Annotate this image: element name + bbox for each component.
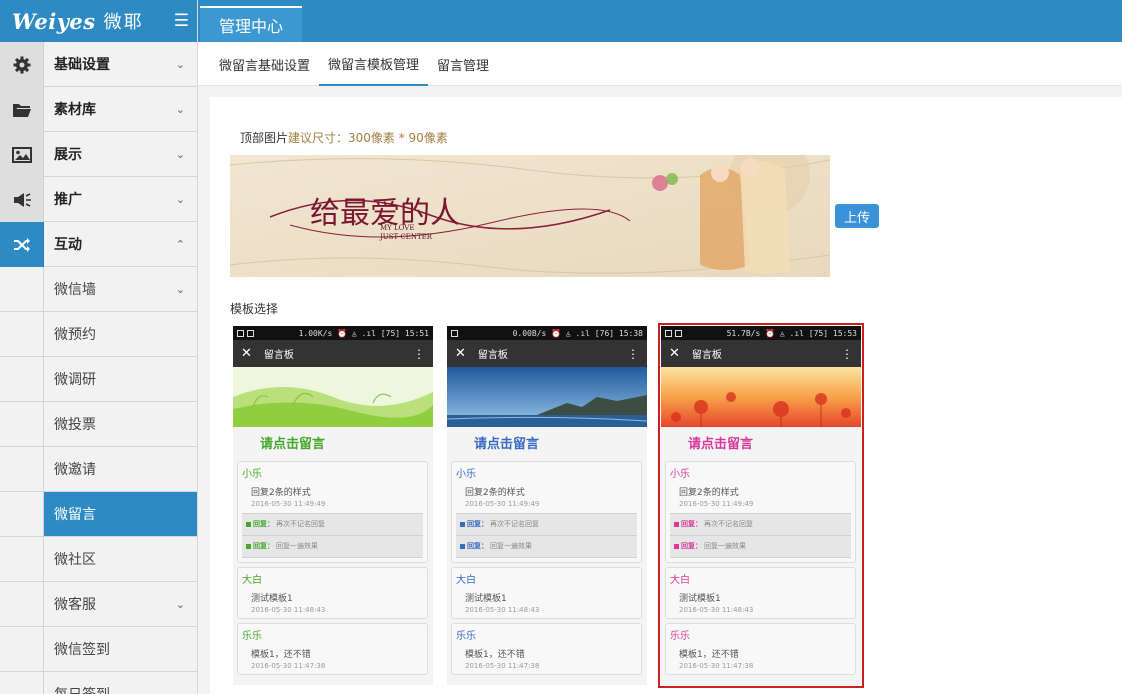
sidebar-subitem-label: 微留言 <box>44 492 197 536</box>
gear-icon <box>0 42 44 87</box>
sidebar-item-label: 展示 <box>54 147 82 163</box>
phone-title-bar: ✕ 留言板 ⋮ <box>233 340 433 367</box>
sidebar-item-display[interactable]: 展示 ⌄ <box>0 132 197 177</box>
template-banner <box>233 367 433 427</box>
main-content: 顶部图片建议尺寸：300像素 * 90像素 给最爱的人 MY LOVE JUST… <box>210 97 1122 694</box>
chevron-up-icon: ⌃ <box>175 237 185 251</box>
sidebar-subitem-label: 每日签到 <box>44 672 197 694</box>
tab-template-management[interactable]: 微留言模板管理 <box>319 42 429 86</box>
cta-leave-message: 请点击留言 <box>260 436 326 452</box>
top-image-preview: 给最爱的人 MY LOVE JUST CENTER <box>230 155 830 277</box>
image-icon <box>0 132 44 177</box>
folder-icon <box>0 87 44 132</box>
sidebar-item-basic-settings[interactable]: 基础设置 ⌄ <box>0 42 197 87</box>
tab-management-center[interactable]: 管理中心 <box>200 6 302 42</box>
more-icon: ⋮ <box>627 346 639 361</box>
sidebar-subitem-label: 微信签到 <box>54 642 110 658</box>
sidebar-subitem-label: 微客服 <box>54 597 96 613</box>
sidebar-item-label: 互动 <box>54 237 82 253</box>
sidebar-item-label: 素材库 <box>54 102 96 118</box>
sidebar-subitem-checkin[interactable]: 微信签到 <box>0 627 197 672</box>
message-card: 小乐 回复2条的样式 2016-05-30 11:49:49 回复： 再次不记名回… <box>237 461 428 563</box>
sidebar-subitem-label: 微调研 <box>54 372 96 388</box>
message-card: 大白 测试模板1 2016-05-30 11:48:43 <box>665 567 856 619</box>
template-option-1[interactable]: 1.00K/s ⏰ ◬ .ıl [75] 15:51 ✕ 留言板 ⋮ 请点击留言… <box>233 326 433 685</box>
banner-small-text-2: JUST CENTER <box>379 233 433 241</box>
status-bar: 51.7B/s ⏰ ◬ .ıl [75] 15:53 <box>661 326 861 340</box>
sidebar-subitem-survey[interactable]: 微调研 <box>0 357 197 402</box>
close-icon: ✕ <box>455 346 466 361</box>
message-card: 大白 测试模板1 2016-05-30 11:48:43 <box>451 567 642 619</box>
sidebar-subitem-booking[interactable]: 微预约 <box>0 312 197 357</box>
more-icon: ⋮ <box>841 346 853 361</box>
phone-title-bar: ✕ 留言板 ⋮ <box>661 340 861 367</box>
more-icon: ⋮ <box>413 346 425 361</box>
close-icon: ✕ <box>669 346 680 361</box>
cta-leave-message: 请点击留言 <box>688 436 754 452</box>
sidebar-item-label: 推广 <box>54 192 82 208</box>
logo-bar: Weiyes 微耶 ☰ <box>0 0 197 42</box>
logo-cn: 微耶 <box>103 12 144 33</box>
sidebar-item-promotion[interactable]: 推广 ⌄ <box>0 177 197 222</box>
top-image-label: 顶部图片建议尺寸：300像素 * 90像素 <box>240 131 448 145</box>
chevron-down-icon: ⌄ <box>175 147 185 161</box>
sidebar-subitem-label: 微预约 <box>54 327 96 343</box>
chevron-down-icon: ⌄ <box>175 282 185 296</box>
sidebar-subitem-label: 微社区 <box>54 552 96 568</box>
hamburger-menu-icon[interactable]: ☰ <box>174 11 189 31</box>
phone-title-bar: ✕ 留言板 ⋮ <box>447 340 647 367</box>
sidebar-subitem-vote[interactable]: 微投票 <box>0 402 197 447</box>
tab-message-management[interactable]: 留言管理 <box>428 42 498 86</box>
message-card: 小乐 回复2条的样式 2016-05-30 11:49:49 回复： 再次不记名回… <box>665 461 856 563</box>
sidebar-subitem-wall[interactable]: 微信墙 ⌄ <box>0 267 197 312</box>
sidebar-subitem-label: 微投票 <box>54 417 96 433</box>
top-bar: 管理中心 <box>198 0 1122 42</box>
sidebar-subitem-message[interactable]: 微留言 <box>0 492 197 537</box>
template-option-3[interactable]: 51.7B/s ⏰ ◬ .ıl [75] 15:53 ✕ 留言板 ⋮ 请点击留言… <box>658 323 864 688</box>
chevron-down-icon: ⌄ <box>175 192 185 206</box>
template-option-2[interactable]: 0.00B/s ⏰ ◬ .ıl [76] 15:38 ✕ 留言板 ⋮ 请点击留言… <box>447 326 647 685</box>
sidebar: Weiyes 微耶 ☰ 基础设置 ⌄ 素材库 ⌄ 展示 ⌄ 推广 ⌄ 互动 ⌃ … <box>0 0 198 694</box>
sidebar-item-label: 基础设置 <box>54 57 110 73</box>
status-bar: 0.00B/s ⏰ ◬ .ıl [76] 15:38 <box>447 326 647 340</box>
tab-basic-settings[interactable]: 微留言基础设置 <box>210 42 319 86</box>
template-select-label: 模板选择 <box>230 302 279 316</box>
sidebar-subitem-label: 微邀请 <box>54 462 96 478</box>
shuffle-icon <box>0 222 44 267</box>
sidebar-item-materials[interactable]: 素材库 ⌄ <box>0 87 197 132</box>
sidebar-subitem-community[interactable]: 微社区 <box>0 537 197 582</box>
template-banner <box>661 367 861 427</box>
close-icon: ✕ <box>241 346 252 361</box>
template-banner <box>447 367 647 427</box>
message-card: 乐乐 模板1，还不错 2016-05-30 11:47:38 <box>451 623 642 675</box>
sidebar-item-interaction[interactable]: 互动 ⌃ <box>0 222 197 267</box>
sidebar-subitem-service[interactable]: 微客服 ⌄ <box>0 582 197 627</box>
message-card: 大白 测试模板1 2016-05-30 11:48:43 <box>237 567 428 619</box>
subtab-bar: 微留言基础设置 微留言模板管理 留言管理 <box>198 42 1122 86</box>
cta-leave-message: 请点击留言 <box>474 436 540 452</box>
sidebar-subitem-invite[interactable]: 微邀请 <box>0 447 197 492</box>
chevron-down-icon: ⌄ <box>175 597 185 611</box>
sidebar-subitem-label: 微信墙 <box>54 282 96 298</box>
speaker-icon <box>0 177 44 222</box>
logo: Weiyes <box>12 8 96 34</box>
message-card: 乐乐 模板1，还不错 2016-05-30 11:47:38 <box>237 623 428 675</box>
size-hint: 建议尺寸：300像素 * 90像素 <box>288 131 448 145</box>
chevron-down-icon: ⌄ <box>175 57 185 71</box>
message-card: 小乐 回复2条的样式 2016-05-30 11:49:49 回复： 再次不记名回… <box>451 461 642 563</box>
upload-button[interactable]: 上传 <box>835 204 879 228</box>
chevron-down-icon: ⌄ <box>175 102 185 116</box>
banner-small-text-1: MY LOVE <box>380 224 414 232</box>
message-card: 乐乐 模板1，还不错 2016-05-30 11:47:38 <box>665 623 856 675</box>
sidebar-subitem-daily-checkin[interactable]: 每日签到 <box>0 672 197 694</box>
status-bar: 1.00K/s ⏰ ◬ .ıl [75] 15:51 <box>233 326 433 340</box>
